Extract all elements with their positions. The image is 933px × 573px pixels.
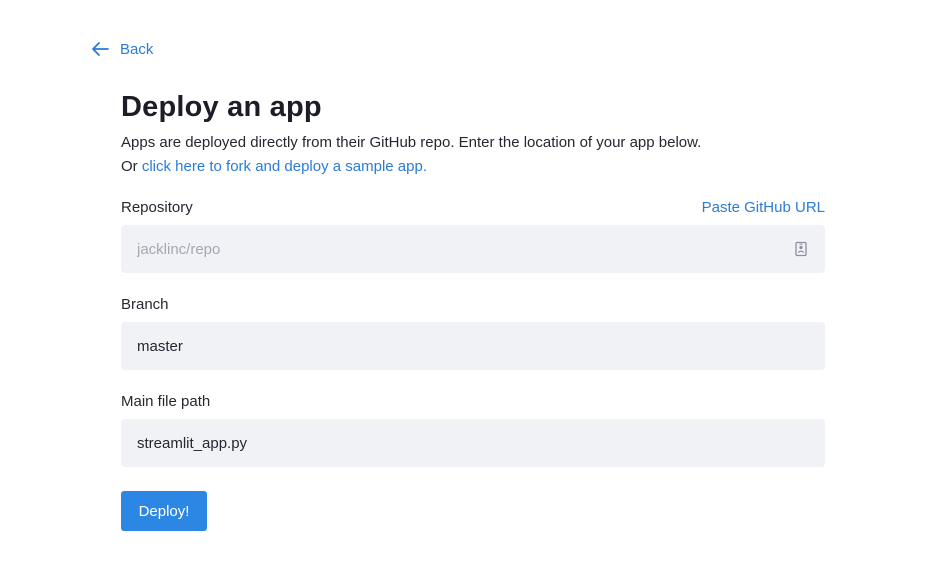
main-file-label: Main file path <box>121 392 211 410</box>
repository-input[interactable] <box>137 240 809 258</box>
repository-label: Repository <box>121 198 193 216</box>
branch-input[interactable] <box>137 337 809 355</box>
description-or: Or <box>121 158 142 175</box>
description-line: Apps are deployed directly from their Gi… <box>121 134 702 151</box>
branch-label: Branch <box>121 295 169 313</box>
branch-field <box>121 322 825 370</box>
main-content: Deploy an app Apps are deployed directly… <box>121 88 825 531</box>
description-fork-line: Or click here to fork and deploy a sampl… <box>121 155 825 179</box>
branch-label-row: Branch <box>121 293 825 315</box>
page-title: Deploy an app <box>121 91 322 123</box>
main-file-input[interactable] <box>137 434 809 452</box>
back-label: Back <box>120 40 154 58</box>
main-file-field <box>121 419 825 467</box>
fork-sample-link[interactable]: click here to fork and deploy a sample a… <box>142 158 427 175</box>
contact-card-icon[interactable] <box>794 241 808 257</box>
deploy-button[interactable]: Deploy! <box>121 491 207 531</box>
repository-label-row: Repository Paste GitHub URL <box>121 196 825 218</box>
page-description: Apps are deployed directly from their Gi… <box>121 131 825 179</box>
back-link[interactable]: Back <box>91 38 153 60</box>
arrow-left-icon <box>91 41 109 57</box>
deploy-page: Back Deploy an app Apps are deployed dir… <box>0 0 933 573</box>
paste-github-url-link[interactable]: Paste GitHub URL <box>702 199 825 216</box>
main-file-label-row: Main file path <box>121 390 825 412</box>
repository-field <box>121 225 825 273</box>
